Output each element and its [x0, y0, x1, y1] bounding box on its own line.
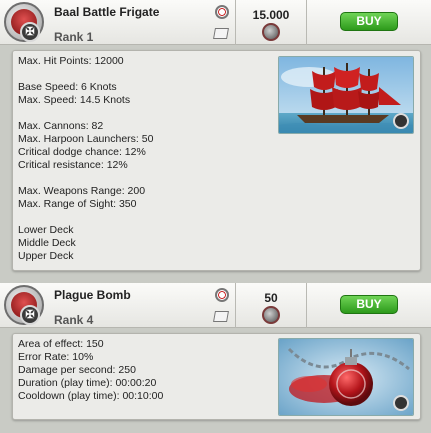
item-title: Baal Battle Frigate — [54, 5, 160, 19]
stat-line: Damage per second: 250 — [18, 364, 136, 376]
divider — [306, 283, 307, 328]
stat-line: Base Speed: 6 Knots — [18, 81, 117, 93]
item-header-plague-bomb: ✠ Plague Bomb Rank 4 50 BUY — [0, 283, 431, 328]
stat-line: Lower Deck — [18, 224, 74, 236]
bomb-avatar-icon: ✠ — [4, 285, 44, 325]
stat-line: Max. Weapons Range: 200 — [18, 185, 146, 197]
remove-tag-icon[interactable] — [215, 5, 229, 19]
item-price: 50 — [264, 291, 278, 305]
stat-line: Max. Cannons: 82 — [18, 120, 104, 132]
coin-badge-icon — [393, 113, 409, 129]
stat-line: Max. Range of Sight: 350 — [18, 198, 137, 210]
item-title: Plague Bomb — [54, 288, 131, 302]
stats-spacer — [18, 68, 153, 81]
ship-avatar-icon: ✠ — [4, 2, 44, 42]
currency-coin-icon — [262, 23, 280, 41]
stat-line: Duration (play time): 00:00:20 — [18, 377, 157, 389]
divider — [235, 0, 236, 45]
stat-line: Max. Speed: 14.5 Knots — [18, 94, 131, 106]
coin-badge-icon: ✠ — [20, 22, 40, 42]
item-price: 15.000 — [252, 8, 290, 22]
buy-button[interactable]: BUY — [340, 12, 398, 31]
stats-spacer — [18, 172, 153, 185]
item-details-panel: Max. Hit Points: 12000 Base Speed: 6 Knot… — [12, 50, 421, 271]
currency-coin-icon — [262, 306, 280, 324]
document-icon[interactable] — [213, 28, 229, 39]
coin-badge-icon — [393, 395, 409, 411]
red-sailed-frigate-image — [278, 56, 414, 134]
stat-line: Area of effect: 150 — [18, 338, 104, 350]
item-rank: Rank 1 — [54, 30, 94, 44]
document-icon[interactable] — [213, 311, 229, 322]
divider — [306, 0, 307, 45]
item-header-baal-battle-frigate: ✠ Baal Battle Frigate Rank 1 15.000 BUY — [0, 0, 431, 45]
stats-spacer — [18, 107, 153, 120]
stat-line: Middle Deck — [18, 237, 76, 249]
stat-line: Critical dodge chance: 12% — [18, 146, 146, 158]
item-rank: Rank 4 — [54, 313, 94, 327]
stat-line: Upper Deck — [18, 250, 74, 262]
stat-line: Max. Harpoon Launchers: 50 — [18, 133, 154, 145]
buy-button[interactable]: BUY — [340, 295, 398, 314]
plague-bomb-image — [278, 338, 414, 416]
item-details-panel: Area of effect: 150 Error Rate: 10% Damage… — [12, 333, 421, 420]
stat-line: Max. Hit Points: 12000 — [18, 55, 124, 67]
stat-line: Cooldown (play time): 00:10:00 — [18, 390, 164, 402]
coin-badge-icon: ✠ — [20, 305, 40, 325]
stats-list: Max. Hit Points: 12000 Base Speed: 6 Knot… — [18, 55, 153, 263]
divider — [235, 283, 236, 328]
remove-tag-icon[interactable] — [215, 288, 229, 302]
stats-spacer — [18, 211, 153, 224]
stats-list: Area of effect: 150 Error Rate: 10% Damage… — [18, 338, 163, 403]
stat-line: Critical resistance: 12% — [18, 159, 128, 171]
stat-line: Error Rate: 10% — [18, 351, 94, 363]
